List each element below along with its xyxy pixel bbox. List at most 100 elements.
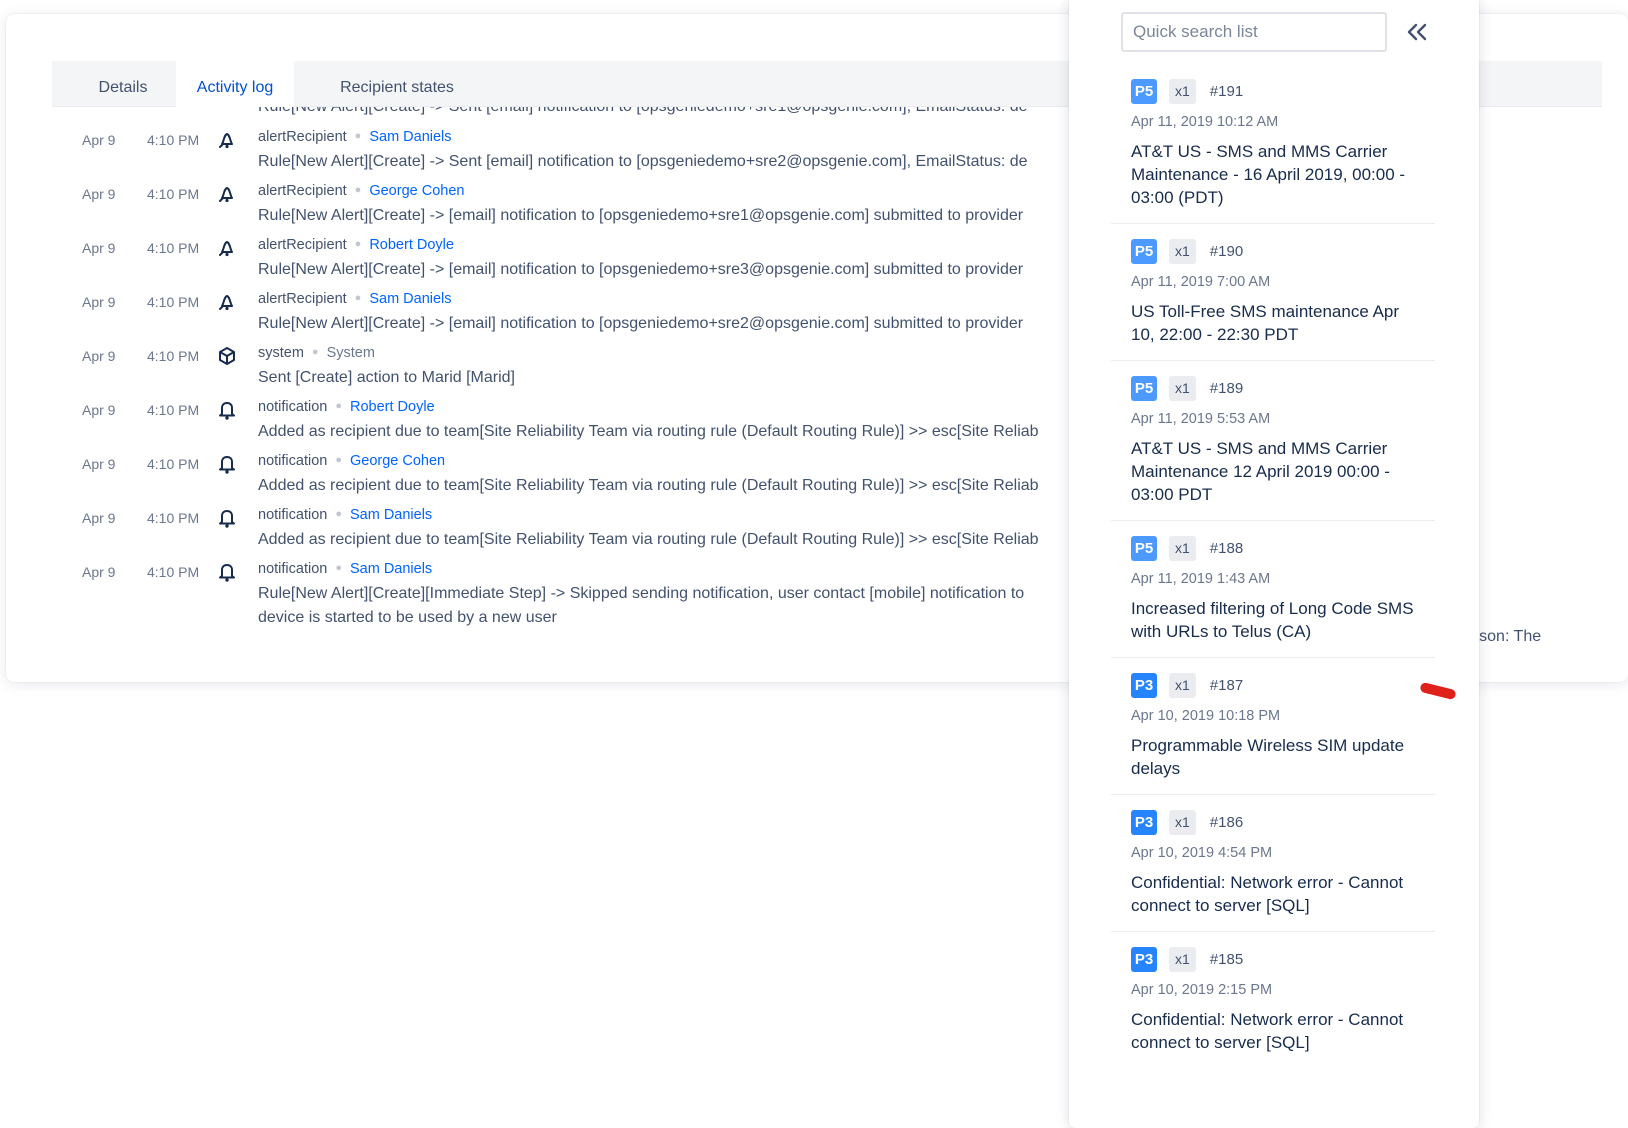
entry-type: notification [258,507,328,523]
entry-type: alertRecipient [258,183,347,199]
alert-list-item[interactable]: P3 x1 #186 Apr 10, 2019 4:54 PM Confidential… [1111,795,1435,932]
tab-activity-log[interactable]: Activity log [176,61,294,107]
quick-search-input[interactable] [1121,12,1387,52]
entry-time: 4:10 PM [147,348,200,364]
alert-meta-row: P3 x1 #187 [1131,672,1415,698]
entry-actor[interactable]: Sam Daniels [369,291,451,307]
priority-badge: P3 [1131,809,1157,835]
entry-date: Apr 9 [82,510,116,526]
alert-date: Apr 10, 2019 10:18 PM [1131,708,1281,724]
alert-meta-row: P3 x1 #185 [1131,946,1415,972]
log-message-cut: Rule[New Alert][Create] -> Sent [email] … [258,107,1028,116]
entry-actor: System [326,345,375,361]
cube-icon [218,346,236,366]
count-badge: x1 [1169,78,1196,104]
priority-badge: P5 [1131,238,1157,264]
priority-badge: P5 [1131,78,1157,104]
alert-recipient-icon [218,238,236,258]
alert-title: Programmable Wireless SIM update delays [1131,736,1405,778]
entry-type: notification [258,561,328,577]
alert-meta-row: P3 x1 #186 [1131,809,1415,835]
entry-header: system ● System [258,345,375,361]
entry-message: Added as recipient due to team[Site Reli… [258,423,1039,440]
count-badge: x1 [1169,809,1196,835]
separator-dot: ● [335,508,342,520]
alert-list-panel: P5 x1 #191 Apr 11, 2019 10:12 AM AT&T US - S… [1069,0,1479,1128]
bell-icon [218,400,236,420]
entry-date: Apr 9 [82,132,116,148]
alert-list-item[interactable]: P5 x1 #190 Apr 11, 2019 7:00 AM US Toll-Free… [1111,224,1435,361]
entry-type: alertRecipient [258,291,347,307]
separator-dot: ● [354,292,362,304]
alert-recipient-icon [218,184,236,204]
alert-title: AT&T US - SMS and MMS Carrier Maintenanc… [1131,439,1390,504]
tab-recipient-states[interactable]: Recipient states [302,61,492,107]
entry-time: 4:10 PM [147,132,200,148]
entry-time: 4:10 PM [147,402,200,418]
bell-icon [218,454,236,474]
double-chevron-left-icon[interactable] [1403,20,1431,44]
entry-message: Rule[New Alert][Create][Immediate Step] … [258,585,1025,602]
alert-number: #190 [1209,242,1244,260]
alert-number: #186 [1209,813,1244,831]
alert-list-item[interactable]: P5 x1 #188 Apr 11, 2019 1:43 AM Increased fi… [1111,521,1435,658]
entry-time: 4:10 PM [147,186,200,202]
entry-message: Rule[New Alert][Create] -> [email] notif… [258,261,1024,278]
entry-message: Added as recipient due to team[Site Reli… [258,531,1039,548]
tab-details[interactable]: Details [52,61,194,107]
alert-number: #188 [1209,539,1244,557]
separator-dot: ● [354,130,362,142]
alert-recipient-icon [218,130,236,150]
alert-meta-row: P5 x1 #190 [1131,238,1415,264]
alert-meta-row: P5 x1 #188 [1131,535,1415,561]
alert-meta-row: P5 x1 #189 [1131,375,1415,401]
separator-dot: ● [311,346,319,358]
entry-message: Rule[New Alert][Create] -> Sent [email] … [258,153,1028,170]
alert-list-item[interactable]: P3 x1 #187 Apr 10, 2019 10:18 PM Programmabl… [1111,658,1435,795]
alert-list-item[interactable]: P5 x1 #189 Apr 11, 2019 5:53 AM AT&T US - SM… [1111,361,1435,521]
entry-type: notification [258,453,328,469]
entry-actor[interactable]: Sam Daniels [350,507,432,523]
entry-header: alertRecipient ● Sam Daniels [258,291,452,307]
entry-header: notification ● Sam Daniels [258,561,432,577]
entry-type: alertRecipient [258,129,347,145]
alert-list-item[interactable]: P5 x1 #191 Apr 11, 2019 10:12 AM AT&T US - S… [1111,64,1435,224]
entry-date: Apr 9 [82,456,116,472]
priority-badge: P3 [1131,672,1157,698]
entry-date: Apr 9 [82,294,116,310]
entry-message: Rule[New Alert][Create] -> [email] notif… [258,315,1024,332]
separator-dot: ● [354,238,362,250]
entry-actor[interactable]: Robert Doyle [350,399,435,415]
entry-actor[interactable]: George Cohen [369,183,464,199]
alert-date: Apr 11, 2019 7:00 AM [1131,274,1271,290]
separator-dot: ● [335,400,342,412]
entry-header: alertRecipient ● George Cohen [258,183,464,199]
entry-actor[interactable]: George Cohen [350,453,445,469]
entry-message-line2: device is started to be used by a new us… [258,609,557,626]
bell-icon [218,508,236,528]
entry-header: alertRecipient ● Robert Doyle [258,237,454,253]
alert-number: #185 [1209,950,1244,968]
alert-date: Apr 11, 2019 10:12 AM [1131,114,1279,130]
entry-actor[interactable]: Robert Doyle [369,237,454,253]
entry-actor[interactable]: Sam Daniels [350,561,432,577]
entry-header: alertRecipient ● Sam Daniels [258,129,452,145]
entry-actor[interactable]: Sam Daniels [369,129,451,145]
separator-dot: ● [335,562,342,574]
entry-message: Sent [Create] action to Marid [Marid] [258,369,515,386]
alert-title: Confidential: Network error - Cannot con… [1131,1010,1404,1052]
priority-badge: P3 [1131,946,1157,972]
alert-number: #189 [1209,379,1244,397]
alert-title: AT&T US - SMS and MMS Carrier Maintenanc… [1131,142,1406,207]
alert-date: Apr 11, 2019 1:43 AM [1131,571,1271,587]
entry-message: Added as recipient due to team[Site Reli… [258,477,1039,494]
entry-time: 4:10 PM [147,456,200,472]
alert-number: #187 [1209,676,1244,694]
entry-date: Apr 9 [82,564,116,580]
entry-type: alertRecipient [258,237,347,253]
entry-header: notification ● Sam Daniels [258,507,432,523]
entry-type: notification [258,399,328,415]
bell-icon [218,562,236,582]
separator-dot: ● [335,454,342,466]
alert-list-item[interactable]: P3 x1 #185 Apr 10, 2019 2:15 PM Confidential… [1111,932,1435,1068]
